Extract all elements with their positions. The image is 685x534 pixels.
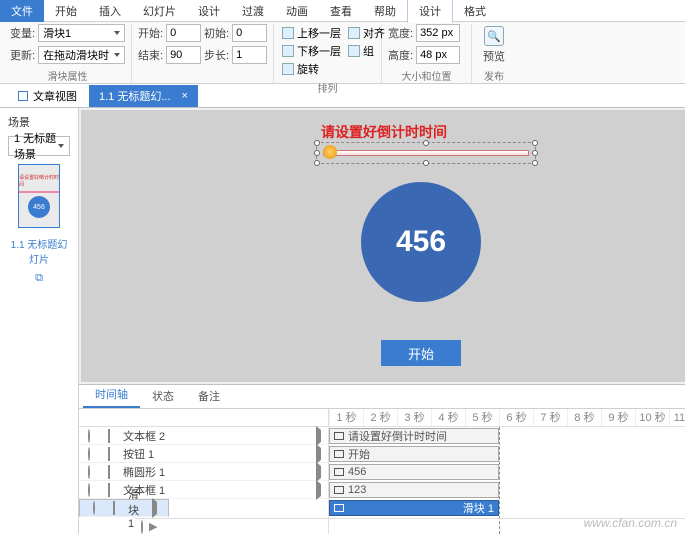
timeline-panel: 时间轴 状态 备注 文本框 2 按钮 1 椭圆形 1 文本框 1 滑块 1 1 …	[79, 384, 685, 534]
init-label: 初始:	[204, 25, 229, 41]
group-slider-props: 滑块属性	[10, 68, 125, 83]
menu-design-outer[interactable]: 设计	[187, 0, 231, 22]
title-text[interactable]: 请设置好倒计时时间	[321, 122, 447, 142]
timeline-bar[interactable]: 456	[329, 464, 499, 480]
group-size: 大小和位置	[388, 68, 465, 83]
tab-notes[interactable]: 备注	[186, 384, 232, 408]
timeline-bar[interactable]: 123	[329, 482, 499, 498]
init-spin[interactable]: 0	[232, 24, 267, 42]
button-icon	[334, 450, 344, 458]
slider-thumb[interactable]	[323, 145, 337, 159]
var-label: 变量:	[10, 25, 35, 41]
main-area: 场景 1 无标题场景 请设置好倒计时时间 456 1.1 无标题幻灯片 ⧉ 请设…	[0, 108, 685, 534]
tab-timeline[interactable]: 时间轴	[83, 382, 140, 408]
timeline-row[interactable]: 按钮 1	[79, 445, 328, 463]
timeline-bar[interactable]: 开始	[329, 446, 499, 462]
height-spin[interactable]: 48 px	[416, 46, 460, 64]
timeline-row[interactable]: 椭圆形 1	[79, 463, 328, 481]
update-select[interactable]: 在拖动滑块时	[38, 46, 125, 64]
var-select[interactable]: 滑块1	[38, 24, 125, 42]
menu-transition[interactable]: 过渡	[231, 0, 275, 22]
doc-tab-storyview[interactable]: 文章视图	[8, 85, 87, 107]
menu-view[interactable]: 查看	[319, 0, 363, 22]
start-label: 开始:	[138, 25, 163, 41]
align-icon	[348, 27, 360, 39]
step-label: 步长:	[204, 47, 229, 63]
width-label: 宽度:	[388, 25, 413, 41]
slider-shape[interactable]	[316, 142, 536, 164]
chevron-down-icon	[114, 53, 120, 57]
start-spin[interactable]: 0	[166, 24, 201, 42]
thumb-title: 请设置好倒计时时间	[19, 174, 59, 188]
timeline-ruler: 1 秒2 秒3 秒4 秒5 秒6 秒7 秒8 秒9 秒10 秒11 秒12 秒1…	[329, 409, 685, 427]
thumb-label: 1.1 无标题幻灯片	[8, 236, 70, 266]
counter-circle[interactable]: 456	[361, 182, 481, 302]
width-spin[interactable]: 352 px	[416, 24, 460, 42]
timeline-objects: 文本框 2 按钮 1 椭圆形 1 文本框 1 滑块 1	[79, 409, 329, 534]
watermark: www.cfan.com.cn	[584, 516, 677, 530]
play-icon[interactable]: ▶	[149, 520, 157, 533]
timeline-row[interactable]: 文本框 2	[79, 427, 328, 445]
chevron-down-icon	[58, 144, 64, 148]
doc-tab-slide[interactable]: 1.1 无标题幻...×	[89, 85, 198, 107]
slider-track	[323, 150, 529, 156]
scene-title: 场景	[8, 114, 70, 130]
slide-canvas[interactable]: 请设置好倒计时时间 123 456 开始	[81, 110, 685, 382]
scene-panel: 场景 1 无标题场景 请设置好倒计时时间 456 1.1 无标题幻灯片 ⧉	[0, 108, 79, 534]
slider-icon	[334, 504, 344, 512]
text-icon	[334, 486, 344, 494]
menu-design-tab[interactable]: 设计	[407, 0, 453, 23]
storyview-icon	[18, 91, 28, 101]
update-label: 更新:	[10, 47, 35, 63]
canvas-wrap: 请设置好倒计时时间 123 456 开始 时间轴 状态 备注	[79, 108, 685, 534]
expand-icon[interactable]	[316, 426, 321, 446]
preview-button[interactable]: 🔍 预览	[478, 24, 510, 66]
timeline-row[interactable]: 文本框 1	[79, 481, 328, 499]
thumb-bar	[19, 191, 59, 193]
timeline-bar-selected[interactable]: 滑块 1	[329, 500, 499, 516]
end-label: 结束:	[138, 47, 163, 63]
slide-thumbnail[interactable]: 请设置好倒计时时间 456	[18, 164, 60, 228]
bring-forward-icon	[282, 27, 294, 39]
send-backward-icon	[282, 45, 294, 57]
timeline-tabs: 时间轴 状态 备注	[79, 385, 685, 409]
eye-icon[interactable]	[79, 430, 99, 442]
menu-start[interactable]: 开始	[44, 0, 88, 22]
step-spin[interactable]: 1	[232, 46, 267, 64]
rotate-button[interactable]: 旋转	[280, 61, 321, 77]
eye-icon[interactable]	[141, 521, 143, 533]
ribbon: 变量: 滑块1 更新: 在拖动滑块时 滑块属性 开始: 0 初始: 0 结束: …	[0, 22, 685, 84]
text-icon	[334, 432, 344, 440]
menu-bar: 文件 开始 插入 幻灯片 设计 过渡 动画 查看 帮助 设计 格式	[0, 0, 685, 22]
menu-format[interactable]: 格式	[453, 0, 497, 22]
thumb-circle: 456	[28, 196, 50, 218]
tab-states[interactable]: 状态	[140, 384, 186, 408]
preview-icon: 🔍	[484, 26, 504, 46]
height-label: 高度:	[388, 47, 413, 63]
group-arrange: 排列	[280, 80, 375, 95]
menu-file[interactable]: 文件	[0, 0, 44, 22]
timeline-row-selected[interactable]: 滑块 1	[79, 499, 169, 517]
menu-slides[interactable]: 幻灯片	[132, 0, 187, 22]
group-icon	[348, 45, 360, 57]
rotate-icon	[282, 63, 294, 75]
chevron-down-icon	[114, 31, 120, 35]
link-icon[interactable]: ⧉	[8, 272, 70, 285]
group-publish: 发布	[478, 68, 510, 83]
menu-help[interactable]: 帮助	[363, 0, 407, 22]
timeline-bar[interactable]: 请设置好倒计时时间	[329, 428, 499, 444]
send-backward-button[interactable]: 下移一层	[280, 43, 343, 59]
menu-animation[interactable]: 动画	[275, 0, 319, 22]
align-button[interactable]: 对齐	[346, 25, 387, 41]
start-button[interactable]: 开始	[381, 340, 461, 366]
oval-icon	[334, 468, 344, 476]
end-spin[interactable]: 90	[166, 46, 201, 64]
lock-icon[interactable]	[99, 430, 119, 442]
menu-insert[interactable]: 插入	[88, 0, 132, 22]
bring-forward-button[interactable]: 上移一层	[280, 25, 343, 41]
scene-select[interactable]: 1 无标题场景	[8, 136, 70, 156]
group-button[interactable]: 组	[346, 43, 376, 59]
